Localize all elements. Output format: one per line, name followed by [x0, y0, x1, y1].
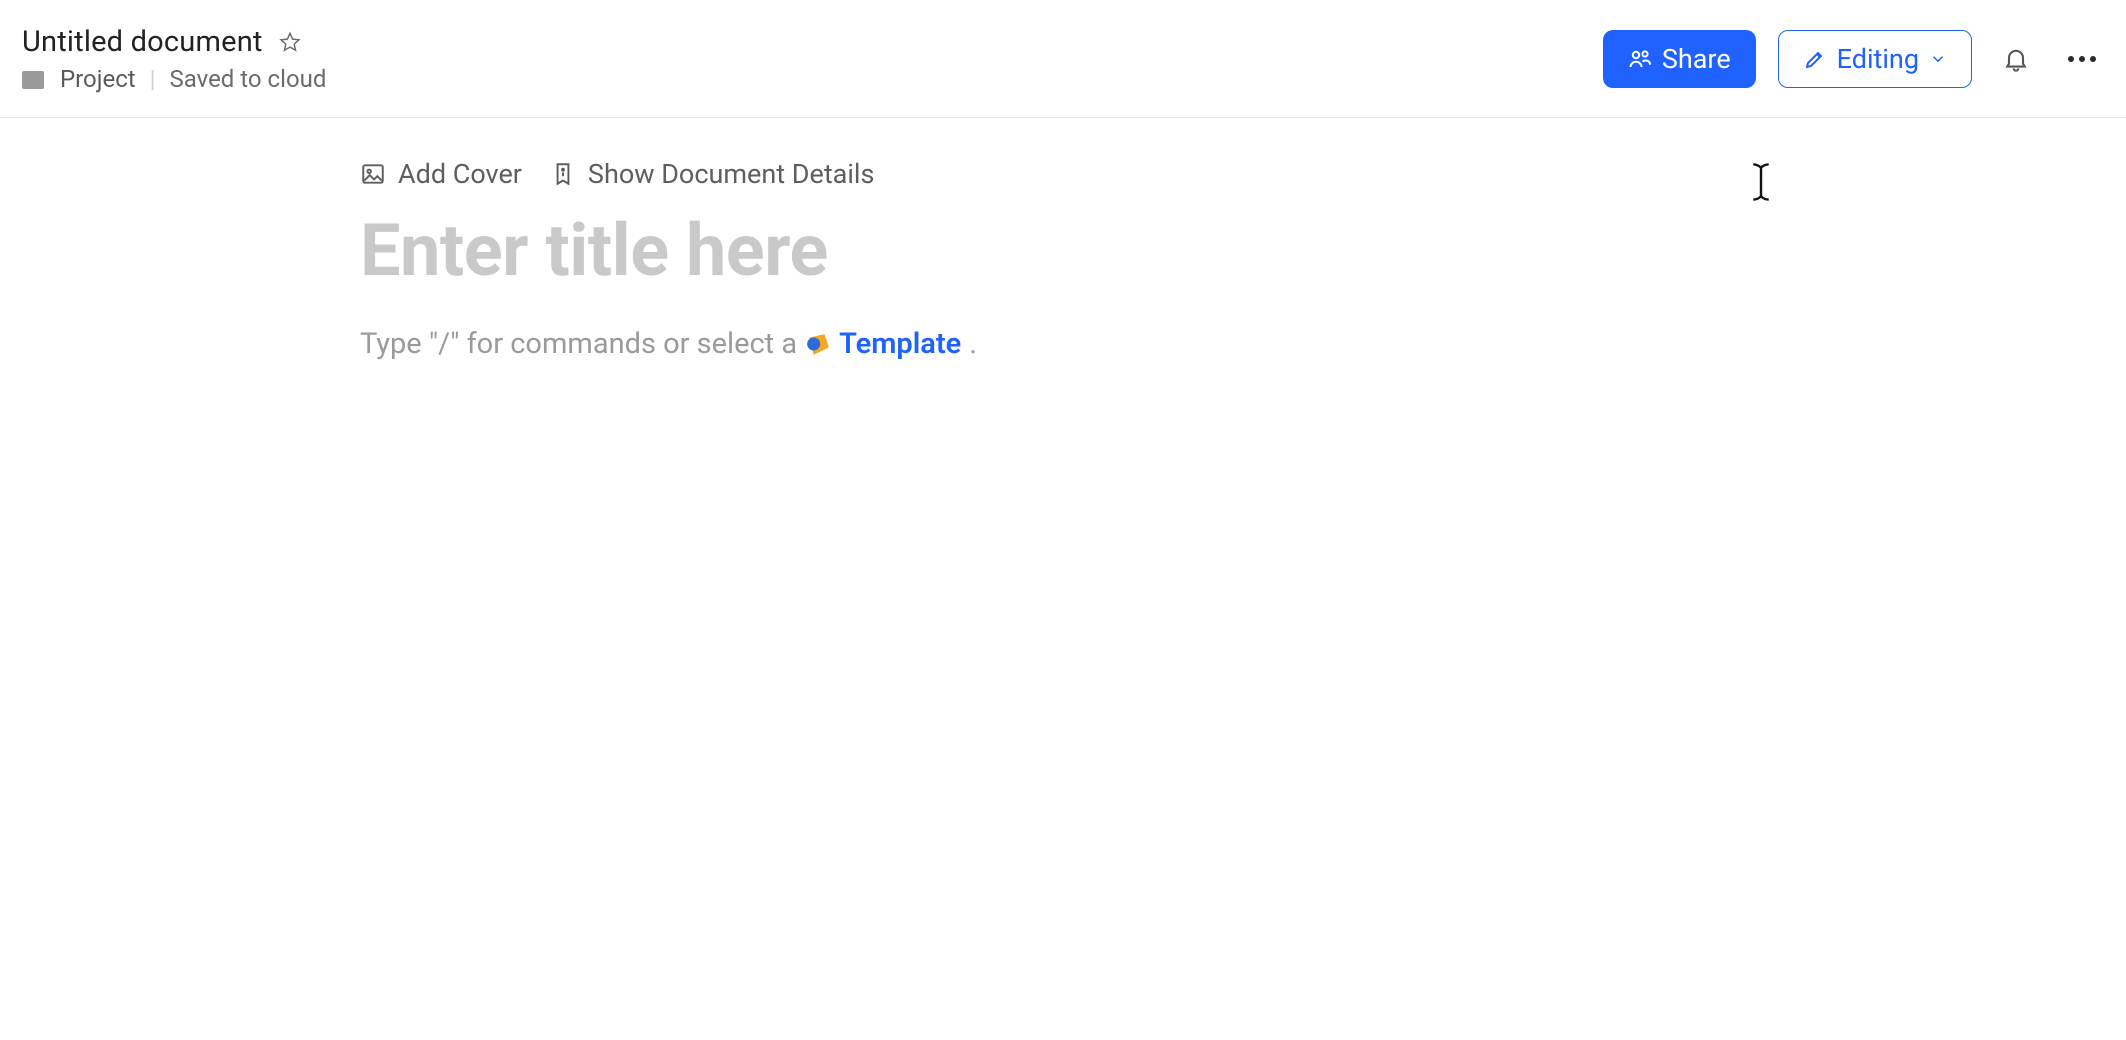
- header-left: Untitled document Project | Saved to clo…: [22, 25, 326, 93]
- folder-breadcrumb[interactable]: Project: [60, 65, 136, 93]
- share-button-label: Share: [1662, 43, 1731, 75]
- star-icon: [279, 31, 301, 53]
- save-status-text: Saved to cloud: [169, 65, 326, 93]
- pencil-icon: [1803, 47, 1827, 71]
- slash-hint-prefix: Type "/" for commands or select a: [360, 327, 797, 361]
- document-quick-actions: Add Cover Show Document Details: [360, 158, 1810, 190]
- folder-icon: [22, 71, 44, 89]
- slash-hint-suffix: .: [969, 327, 977, 361]
- header-bar: Untitled document Project | Saved to clo…: [0, 0, 2126, 118]
- title-row: Untitled document: [22, 25, 326, 59]
- people-icon: [1628, 47, 1652, 71]
- slash-command-hint: Type "/" for commands or select a Templa…: [360, 327, 1810, 361]
- editing-mode-label: Editing: [1837, 43, 1919, 75]
- template-icon: [805, 331, 831, 357]
- favorite-star-button[interactable]: [277, 29, 303, 55]
- chevron-down-icon: [1929, 50, 1947, 68]
- notifications-button[interactable]: [1994, 37, 2038, 81]
- bell-icon: [2002, 45, 2030, 73]
- show-document-details-label: Show Document Details: [588, 158, 874, 190]
- template-link-label: Template: [839, 327, 961, 361]
- template-link[interactable]: Template: [805, 327, 961, 361]
- share-button[interactable]: Share: [1603, 30, 1756, 88]
- document-area: Add Cover Show Document Details Type "/"…: [0, 118, 2126, 361]
- document-inner: Add Cover Show Document Details Type "/"…: [360, 158, 1810, 361]
- more-horizontal-icon: [2068, 56, 2096, 62]
- add-cover-label: Add Cover: [398, 158, 522, 190]
- document-title[interactable]: Untitled document: [22, 25, 263, 59]
- document-meta-row: Project | Saved to cloud: [22, 65, 326, 93]
- meta-divider: |: [150, 67, 156, 91]
- editing-mode-button[interactable]: Editing: [1778, 30, 1972, 88]
- more-options-button[interactable]: [2060, 37, 2104, 81]
- image-icon: [360, 161, 386, 187]
- text-cursor-icon: [1750, 162, 1772, 202]
- document-title-input[interactable]: [360, 208, 1810, 293]
- header-right: Share Editing: [1603, 30, 2104, 88]
- add-cover-button[interactable]: Add Cover: [360, 158, 522, 190]
- bookmark-info-icon: [550, 161, 576, 187]
- show-document-details-button[interactable]: Show Document Details: [550, 158, 874, 190]
- text-caret-cursor: [1750, 162, 1772, 202]
